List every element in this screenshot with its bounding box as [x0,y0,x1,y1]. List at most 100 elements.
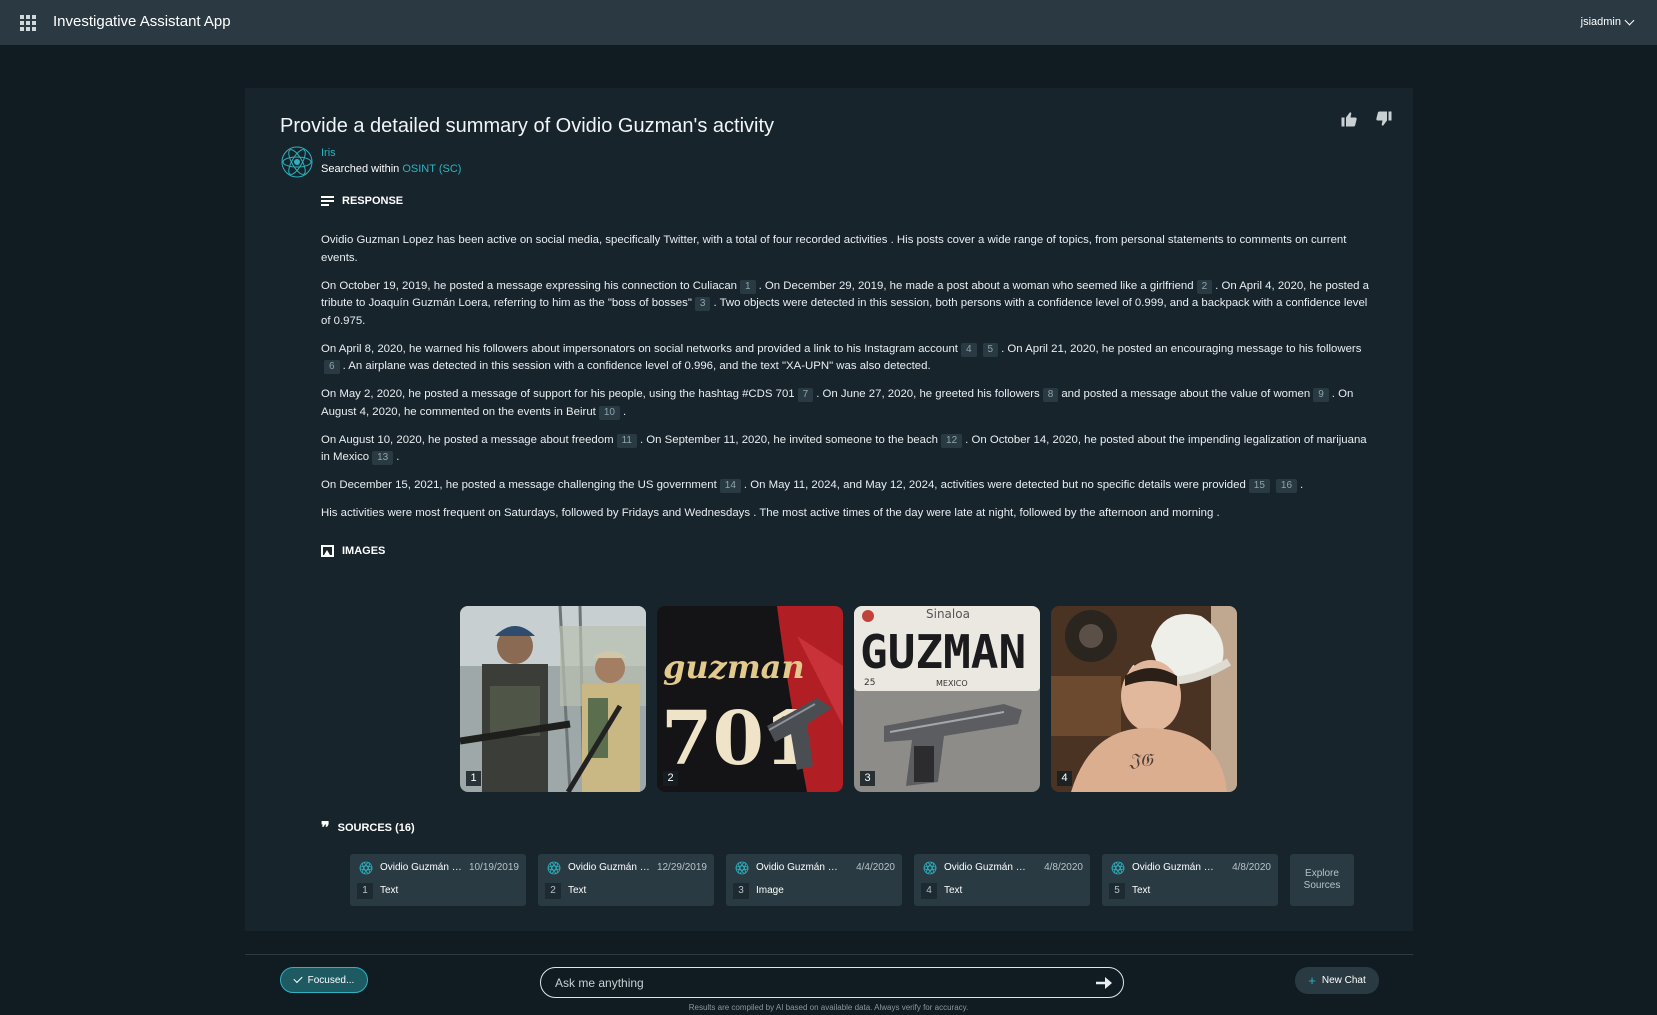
bottom-divider [245,954,1413,955]
source-date: 4/8/2020 [1044,862,1083,873]
assistant-name[interactable]: Iris [321,147,336,159]
source-title: Ovidio Guzmán López [1132,862,1216,873]
sources-heading: ❞ SOURCES (16) [321,818,415,837]
iris-logo-icon [735,861,749,875]
citation-chip[interactable]: 7 [797,388,814,402]
source-card[interactable]: Ovidio Guzmán López 10/19/2019 1 Text [350,854,526,906]
response-text-segment: On May 2, 2020, he posted a message of s… [321,388,795,400]
plate-text: GUZMAN [860,625,1026,679]
focused-mode-button[interactable]: Focused... [280,967,368,993]
thumbs-down-icon[interactable] [1375,110,1393,128]
shirt-and-pistol-image: guzman 701 [657,606,843,792]
notes-lines-icon [321,196,334,206]
source-card[interactable]: Ovidio Guzmán López 4/4/2020 3 Image [726,854,902,906]
image-tile-4[interactable]: 𝔍𝔊 4 [1051,606,1237,792]
response-text-segment: . On December 29, 2019, he made a post a… [758,279,1194,292]
source-type: Text [1132,885,1151,896]
response-text-segment: . On April 21, 2020, he posted an encour… [1001,342,1362,355]
response-text-segment: Ovidio Guzman Lopez has been active on s… [321,234,1347,264]
license-plate-pistol-image: Sinaloa GUZMAN 25 MEXICO [854,606,1040,792]
citation-chip[interactable]: 11 [616,433,637,448]
app-grid-icon[interactable] [20,15,36,31]
source-card[interactable]: Ovidio Guzmán López 4/8/2020 4 Text [914,854,1090,906]
citation-chip[interactable]: 10 [598,405,620,420]
images-heading-label: IMAGES [342,545,386,557]
response-paragraph: On April 8, 2020, he warned his follower… [321,341,1376,376]
plus-icon: + [1308,973,1316,988]
response-paragraph: Ovidio Guzman Lopez has been active on s… [321,232,1376,267]
iris-logo-icon [923,861,937,875]
man-in-cowboy-hat-image: 𝔍𝔊 [1051,606,1237,792]
citation-chip[interactable]: 16 [1275,479,1298,493]
quote-icon: ❞ [321,818,330,837]
response-text-segment: . On September 11, 2020, he invited some… [639,433,939,446]
source-index: 3 [733,883,749,899]
source-date: 12/29/2019 [656,862,707,873]
response-text-segment: On April 8, 2020, he warned his follower… [321,342,958,355]
source-card[interactable]: Ovidio Guzmán López 12/29/2019 2 Text [538,854,714,906]
explore-sources-button[interactable]: Explore Sources [1290,854,1354,906]
citation-chip[interactable]: 6 [324,360,340,374]
two-men-with-rifles-image [460,606,646,792]
send-arrow-icon[interactable] [1095,976,1113,990]
image-tile-3[interactable]: Sinaloa GUZMAN 25 MEXICO 3 [854,606,1040,792]
images-row: 1 guzman 701 2 Sinaloa GUZMAN 25 MEXICO … [460,606,1237,792]
question-title: Provide a detailed summary of Ovidio Guz… [280,115,775,137]
image-tile-2[interactable]: guzman 701 2 [657,606,843,792]
citation-chip[interactable]: 2 [1196,279,1213,294]
image-number: 1 [466,771,481,786]
response-heading: RESPONSE [321,195,403,207]
response-text-segment: On August 10, 2020, he posted a message … [321,433,614,446]
source-index: 2 [545,883,561,899]
response-text-segment: . An airplane was detected in this sessi… [342,360,931,372]
image-icon [321,545,334,557]
iris-logo-icon [359,861,373,875]
iris-logo-icon [281,146,313,178]
new-chat-label: New Chat [1321,975,1366,986]
top-bar: Investigative Assistant App jsiadmin [0,0,1657,45]
plate-state: Sinaloa [926,607,970,621]
citation-chip[interactable]: 13 [372,451,394,465]
response-text-segment: On October 19, 2019, he posted a message… [321,279,738,292]
source-type: Text [380,885,399,896]
source-index: 5 [1109,883,1125,899]
citation-chip[interactable]: 8 [1042,388,1059,402]
username: jsiadmin [1580,16,1621,28]
citation-chip[interactable]: 14 [719,479,741,493]
response-text-segment: . [1300,479,1304,491]
source-date: 10/19/2019 [468,862,519,873]
thumbs-up-icon[interactable] [1340,110,1358,128]
sources-heading-label: SOURCES (16) [337,822,415,834]
response-text-segment: . [396,451,400,463]
citation-chip[interactable]: 12 [941,433,963,448]
source-type: Text [944,885,963,896]
response-text-segment: . On May 11, 2024, and May 12, 2024, act… [743,479,1246,491]
source-card[interactable]: Ovidio Guzmán López 4/8/2020 5 Text [1102,854,1278,906]
new-chat-button[interactable]: + New Chat [1295,967,1379,994]
citation-chip[interactable]: 5 [982,342,999,357]
source-title: Ovidio Guzmán López [568,862,652,873]
response-text-segment: . [622,405,627,418]
images-heading: IMAGES [321,545,385,557]
focused-label: Focused... [307,974,355,986]
svg-text:𝔍𝔊: 𝔍𝔊 [1128,750,1155,771]
response-paragraph: On May 2, 2020, he posted a message of s… [321,386,1376,421]
citation-chip[interactable]: 4 [960,342,977,357]
iris-logo-icon [547,861,561,875]
citation-chip[interactable]: 15 [1248,479,1270,493]
user-menu[interactable]: jsiadmin [1580,15,1635,28]
source-link[interactable]: OSINT (SC) [402,163,461,175]
source-index: 4 [921,883,937,899]
plate-num: 25 [864,678,875,688]
chat-input[interactable] [555,968,1075,997]
source-title: Ovidio Guzmán López [380,862,464,873]
iris-logo-icon [1111,861,1125,875]
searched-within: Searched within OSINT (SC) [321,163,461,175]
source-index: 1 [357,883,373,899]
citation-chip[interactable]: 1 [740,279,756,294]
ai-disclaimer: Results are compiled by AI based on avai… [688,1003,969,1012]
image-tile-1[interactable]: 1 [460,606,646,792]
citation-chip[interactable]: 9 [1313,388,1329,402]
citation-chip[interactable]: 3 [694,297,711,311]
shirt-text-guzman: guzman [663,648,805,686]
